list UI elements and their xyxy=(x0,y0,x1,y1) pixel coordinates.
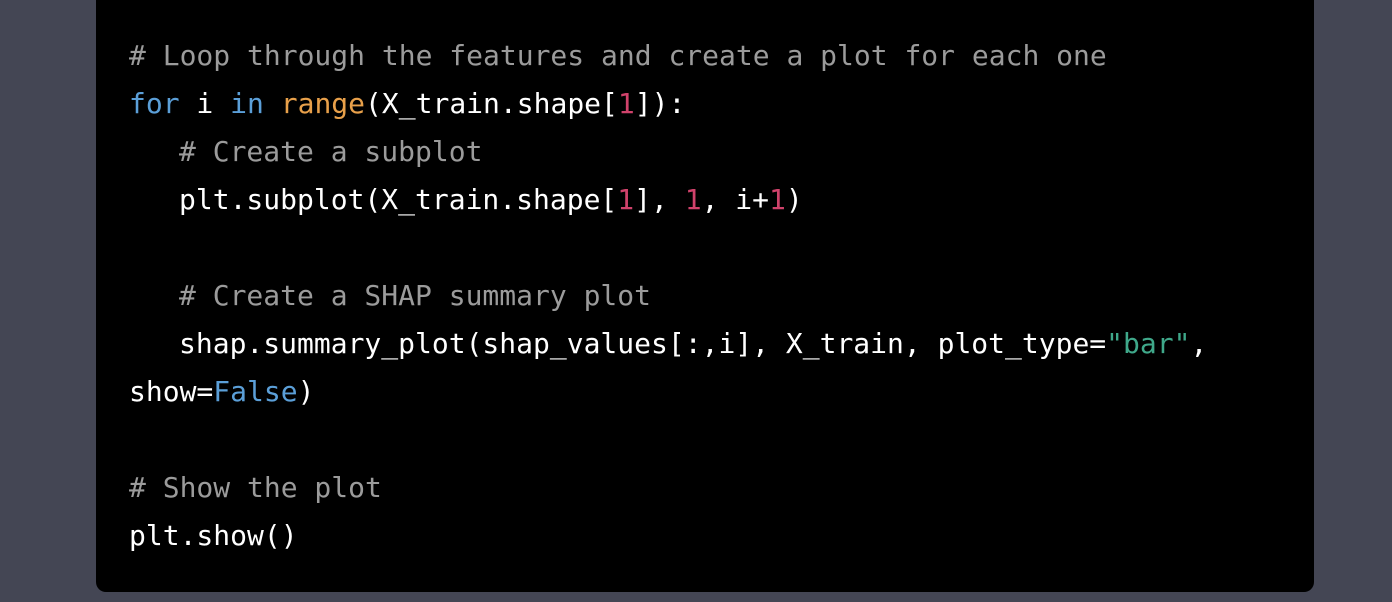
code-line-10: # Show the plot xyxy=(129,464,1207,512)
code-line-11: plt.show() xyxy=(129,512,1207,560)
code-content: # Loop through the features and create a… xyxy=(129,32,1207,560)
code-token: , xyxy=(1190,327,1208,360)
number-literal: 1 xyxy=(769,183,786,216)
code-token: ]): xyxy=(634,87,686,120)
code-line-1: # Loop through the features and create a… xyxy=(129,32,1207,80)
code-block: # Loop through the features and create a… xyxy=(96,0,1314,592)
code-comment: # Create a subplot xyxy=(179,135,483,168)
number-literal: 1 xyxy=(617,87,635,120)
code-line-9-blank xyxy=(129,416,1207,464)
number-literal: 1 xyxy=(617,183,635,216)
code-token: plt.subplot(X_train.shape[ xyxy=(179,183,618,216)
code-token: shap.summary_plot(shap_values[:,i], X_tr… xyxy=(179,327,1107,360)
code-token: i xyxy=(179,87,231,120)
code-line-3: # Create a subplot xyxy=(129,128,1207,176)
code-token: ], xyxy=(634,183,685,216)
code-token: ) xyxy=(785,183,803,216)
code-token: (X_train.shape[ xyxy=(365,87,618,120)
code-line-6: # Create a SHAP summary plot xyxy=(129,272,1207,320)
code-comment: # Show the plot xyxy=(129,471,382,504)
keyword-false: False xyxy=(213,375,298,408)
code-line-8: show=False) xyxy=(129,368,1207,416)
code-line-5-blank xyxy=(129,224,1207,272)
code-line-4: plt.subplot(X_train.shape[1], 1, i+1) xyxy=(129,176,1207,224)
code-line-2: for i in range(X_train.shape[1]): xyxy=(129,80,1207,128)
code-comment: # Create a SHAP summary plot xyxy=(179,279,652,312)
keyword-for: for xyxy=(129,87,180,120)
code-comment: # Loop through the features and create a… xyxy=(129,39,1107,72)
keyword-in: in xyxy=(230,87,264,120)
string-literal: "bar" xyxy=(1106,327,1191,360)
code-token: plt.show() xyxy=(129,519,298,552)
code-line-7: shap.summary_plot(shap_values[:,i], X_tr… xyxy=(129,320,1207,368)
code-token: show= xyxy=(129,375,214,408)
code-token: ) xyxy=(297,375,315,408)
builtin-range: range xyxy=(280,87,366,120)
number-literal: 1 xyxy=(684,183,702,216)
code-token: , i+ xyxy=(701,183,770,216)
